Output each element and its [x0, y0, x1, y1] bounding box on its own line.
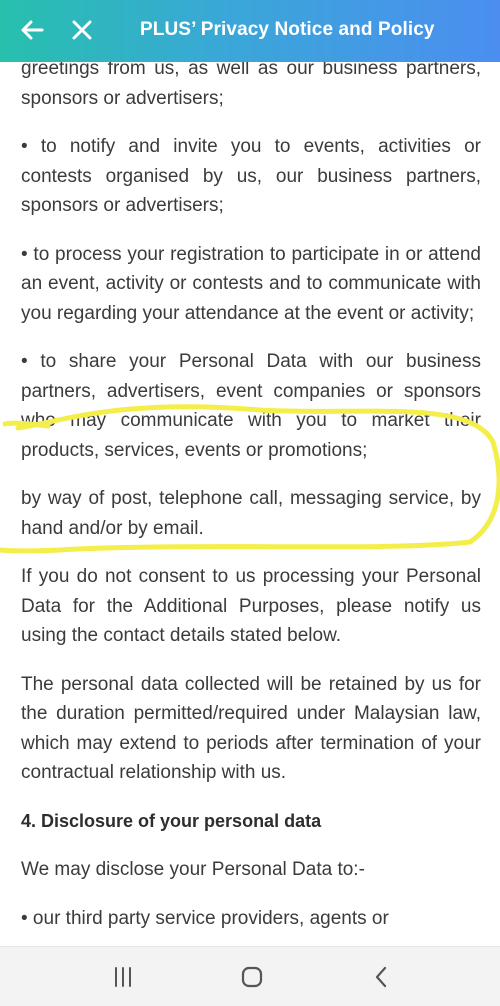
back-arrow-icon[interactable] [16, 14, 48, 46]
close-icon[interactable] [66, 14, 98, 46]
page-title: PLUS’ Privacy Notice and Policy [140, 19, 435, 40]
paragraph: greetings from us, as well as our busine… [21, 62, 481, 109]
back-chevron-icon[interactable] [369, 964, 395, 990]
bullet-item: • to notify and invite you to events, ac… [21, 136, 481, 216]
system-navigation-bar [0, 946, 500, 1006]
home-icon[interactable] [239, 964, 265, 990]
bullet-item: • to share your Personal Data with our b… [21, 351, 481, 461]
recents-icon[interactable] [110, 964, 136, 990]
bullet-item: • to process your registration to partic… [21, 243, 481, 324]
app-header: PLUS’ Privacy Notice and Policy [0, 0, 500, 62]
paragraph: by way of post, telephone call, messagin… [21, 488, 481, 539]
paragraph: The personal data collected will be reta… [21, 673, 481, 784]
paragraph: We may disclose your Personal Data to:- [21, 859, 365, 880]
bullet-item: • our third party service providers, age… [21, 907, 389, 929]
section-heading: 4. Disclosure of your personal data [21, 810, 322, 831]
paragraph: If you do not consent to us processing y… [21, 566, 481, 646]
policy-content[interactable]: greetings from us, as well as our busine… [0, 62, 500, 946]
